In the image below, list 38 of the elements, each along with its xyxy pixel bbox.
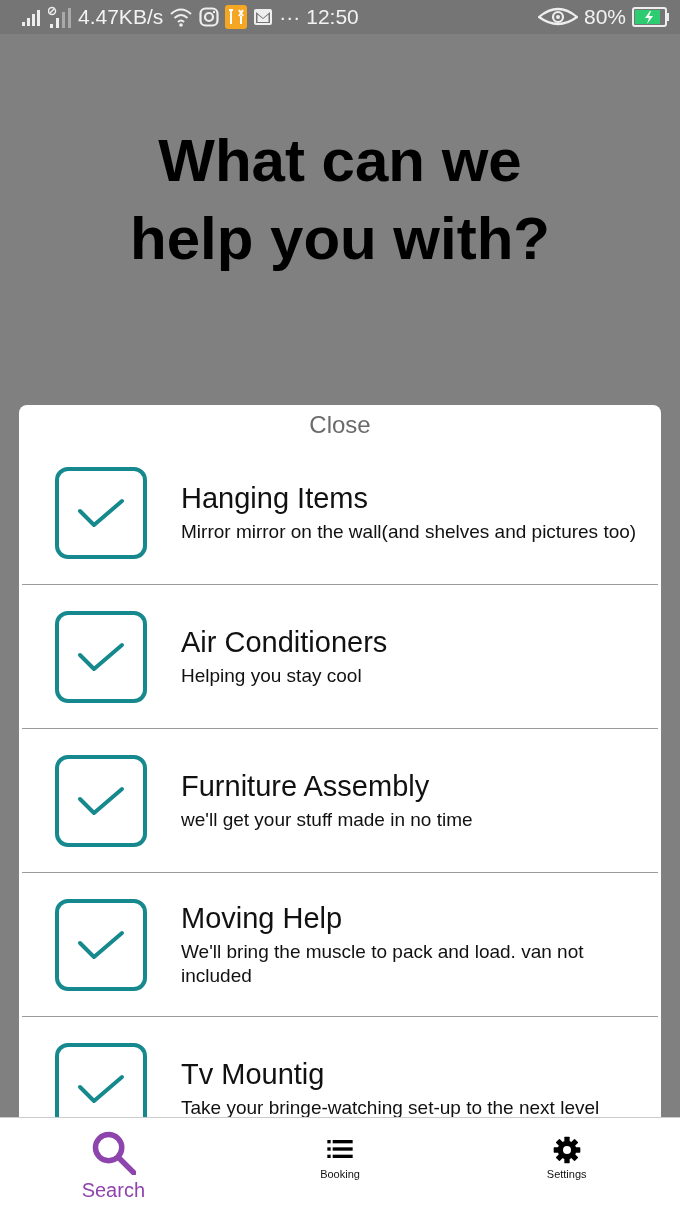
network-speed: 4.47KB/s [78, 5, 164, 29]
battery-percent: 80% [583, 5, 626, 29]
service-title: Hanging Items [181, 481, 369, 515]
tools-app-icon [225, 5, 248, 29]
check-icon [77, 1073, 125, 1104]
page-heading: What can we help you with? [129, 125, 551, 274]
service-title: Furniture Assembly [181, 769, 431, 803]
check-icon [77, 929, 125, 960]
eye-icon [537, 7, 578, 27]
check-icon [77, 785, 125, 816]
service-title: Moving Help [181, 901, 344, 935]
service-description: Mirror mirror on the wall(and shelves and pictures too) [181, 519, 638, 544]
service-description: Take your bringe-watching set-up to the next level [181, 1095, 601, 1117]
check-icon [77, 641, 125, 672]
battery-icon [632, 7, 670, 27]
service-description: Helping you stay cool [181, 663, 363, 688]
close-button[interactable]: Close [299, 405, 381, 441]
nav-tab[interactable]: Booking [226, 1118, 454, 1209]
mail-icon [253, 8, 274, 26]
nav-tab[interactable]: Search [0, 1118, 227, 1209]
service-title: Tv Mountig [181, 1057, 326, 1091]
service-description: We'll bring the muscle to pack and load. van not included [181, 939, 585, 988]
check-icon [77, 497, 125, 528]
clock-time: 12:50 [306, 5, 359, 29]
settings-icon [552, 1135, 581, 1164]
checkbox[interactable] [55, 466, 147, 559]
checkbox[interactable] [55, 610, 147, 703]
more-notifications: ··· [279, 5, 301, 29]
camera-icon [199, 7, 220, 27]
wifi-icon [169, 7, 194, 27]
signal-icon [48, 6, 72, 28]
service-description: we'll get your stuff made in no time [181, 807, 474, 832]
search-icon [90, 1129, 137, 1175]
signal-icon [22, 8, 42, 26]
service-title: Air Conditioners [181, 625, 389, 659]
checkbox[interactable] [55, 898, 147, 991]
checkbox[interactable] [55, 754, 147, 847]
nav-tab[interactable]: Settings [453, 1118, 680, 1209]
